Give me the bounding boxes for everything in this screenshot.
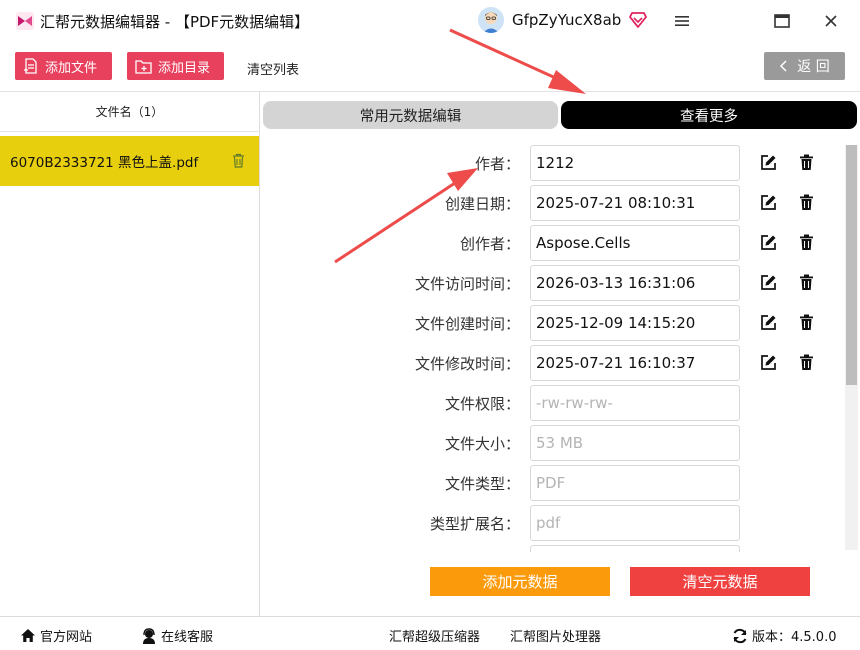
maximize-button[interactable] [771,10,793,32]
field-label: 作者： [474,155,520,173]
window-title: 汇帮元数据编辑器 - 【PDF元数据编辑】 [40,12,310,31]
tab-view-more[interactable]: 查看更多 [561,101,857,129]
field-label: 文件类型： [444,475,520,493]
field-label: 文件访问时间： [414,275,520,293]
menu-button[interactable] [671,10,693,32]
field-row-permissions: 文件权限： -rw-rw-rw- [262,385,844,421]
close-button[interactable] [820,10,842,32]
edit-icon[interactable] [760,274,777,291]
edit-icon[interactable] [760,154,777,171]
field-label: 文件创建时间： [414,315,520,333]
app-window: 汇帮元数据编辑器 - 【PDF元数据编辑】 GfpZyYucX8ab 添加文件 … [0,0,860,650]
add-file-label: 添加文件 [45,60,98,76]
title-bar: 汇帮元数据编辑器 - 【PDF元数据编辑】 GfpZyYucX8ab [0,0,860,42]
support-label: 在线客服 [161,630,214,645]
back-button[interactable]: 返 回 [764,52,845,80]
file-list-pane: 文件名（1） 6070B2333721 黑色上盖.pdf [0,92,260,616]
add-metadata-button[interactable]: 添加元数据 [430,567,610,596]
add-folder-label: 添加目录 [158,60,211,76]
image-tool-link[interactable]: 汇帮图片处理器 [510,626,601,645]
edit-icon[interactable] [760,314,777,331]
field-label: 文件权限： [444,395,520,413]
created-date-input[interactable]: 2025-07-21 08:10:31 [530,185,740,221]
file-size-field: 53 MB [530,425,740,461]
delete-icon[interactable] [799,274,814,291]
creator-input[interactable]: Aspose.Cells [530,225,740,261]
field-row-partial [262,545,844,552]
field-row-access-time: 文件访问时间： 2026-03-13 16:31:06 [262,265,844,301]
partial-field [530,545,740,552]
add-folder-button[interactable]: 添加目录 [127,52,224,80]
headset-icon [143,627,155,644]
add-file-icon [24,58,37,74]
access-time-input[interactable]: 2026-03-13 16:31:06 [530,265,740,301]
delete-icon[interactable] [799,354,814,371]
delete-icon[interactable] [799,234,814,251]
extension-field: pdf [530,505,740,541]
username: GfpZyYucX8ab [512,11,622,29]
compressor-link[interactable]: 汇帮超级压缩器 [389,626,480,645]
field-row-creator: 创作者： Aspose.Cells [262,225,844,261]
field-row-file-type: 文件类型： PDF [262,465,844,501]
field-row-modified-time: 文件修改时间： 2025-07-21 16:10:37 [262,345,844,381]
back-label: 返 回 [797,59,830,75]
chevron-left-icon [780,60,787,72]
compressor-label: 汇帮超级压缩器 [389,630,481,645]
field-label: 文件大小： [444,435,520,453]
file-created-time-input[interactable]: 2025-12-09 14:15:20 [530,305,740,341]
field-row-file-size: 文件大小： 53 MB [262,425,844,461]
menu-icon [675,16,689,26]
status-bar: 官方网站 在线客服 汇帮超级压缩器 汇帮图片处理器 版本：4.5.0.0 [0,616,860,650]
edit-icon[interactable] [760,194,777,211]
field-label: 类型扩展名： [429,515,520,533]
clear-list-button[interactable]: 清空列表 [247,59,299,78]
metadata-form: 作者： 1212 创建日期： 2025-07-21 08:10:31 创作者： … [262,140,844,552]
refresh-icon [733,628,747,643]
user-avatar-icon[interactable] [478,7,504,33]
file-name: 6070B2333721 黑色上盖.pdf [10,155,199,171]
file-type-field: PDF [530,465,740,501]
website-link[interactable]: 官方网站 [20,626,92,645]
version-label: 版本：4.5.0.0 [752,630,837,645]
delete-icon[interactable] [799,194,814,211]
vip-diamond-icon[interactable] [629,12,648,28]
toolbar: 添加文件 添加目录 清空列表 返 回 [0,42,860,92]
home-icon [21,629,35,642]
field-label: 文件修改时间： [414,355,520,373]
field-label: 创作者： [459,235,520,253]
file-list-header: 文件名（1） [0,92,259,132]
field-label: 创建日期： [444,195,520,213]
field-row-extension: 类型扩展名： pdf [262,505,844,541]
edit-icon[interactable] [760,354,777,371]
file-list-item[interactable]: 6070B2333721 黑色上盖.pdf [0,136,259,186]
author-input[interactable]: 1212 [530,145,740,181]
modified-time-input[interactable]: 2025-07-21 16:10:37 [530,345,740,381]
field-row-file-created-time: 文件创建时间： 2025-12-09 14:15:20 [262,305,844,341]
permissions-field: -rw-rw-rw- [530,385,740,421]
add-file-button[interactable]: 添加文件 [15,52,112,80]
maximize-icon [774,14,790,28]
user-account[interactable]: GfpZyYucX8ab [478,7,648,33]
field-row-created-date: 创建日期： 2025-07-21 08:10:31 [262,185,844,221]
delete-icon[interactable] [799,314,814,331]
add-folder-icon [135,59,152,74]
app-logo-icon [16,12,34,30]
tab-common-metadata[interactable]: 常用元数据编辑 [263,101,558,129]
version-info[interactable]: 版本：4.5.0.0 [732,626,836,645]
delete-icon[interactable] [799,154,814,171]
image-tool-label: 汇帮图片处理器 [510,630,602,645]
close-icon [825,15,837,27]
form-scrollbar[interactable] [845,145,858,550]
field-row-author: 作者： 1212 [262,145,844,181]
trash-icon[interactable] [232,153,245,168]
support-link[interactable]: 在线客服 [141,626,213,645]
scrollbar-thumb[interactable] [846,145,857,385]
clear-metadata-button[interactable]: 清空元数据 [630,567,810,596]
edit-icon[interactable] [760,234,777,251]
website-label: 官方网站 [40,630,93,645]
